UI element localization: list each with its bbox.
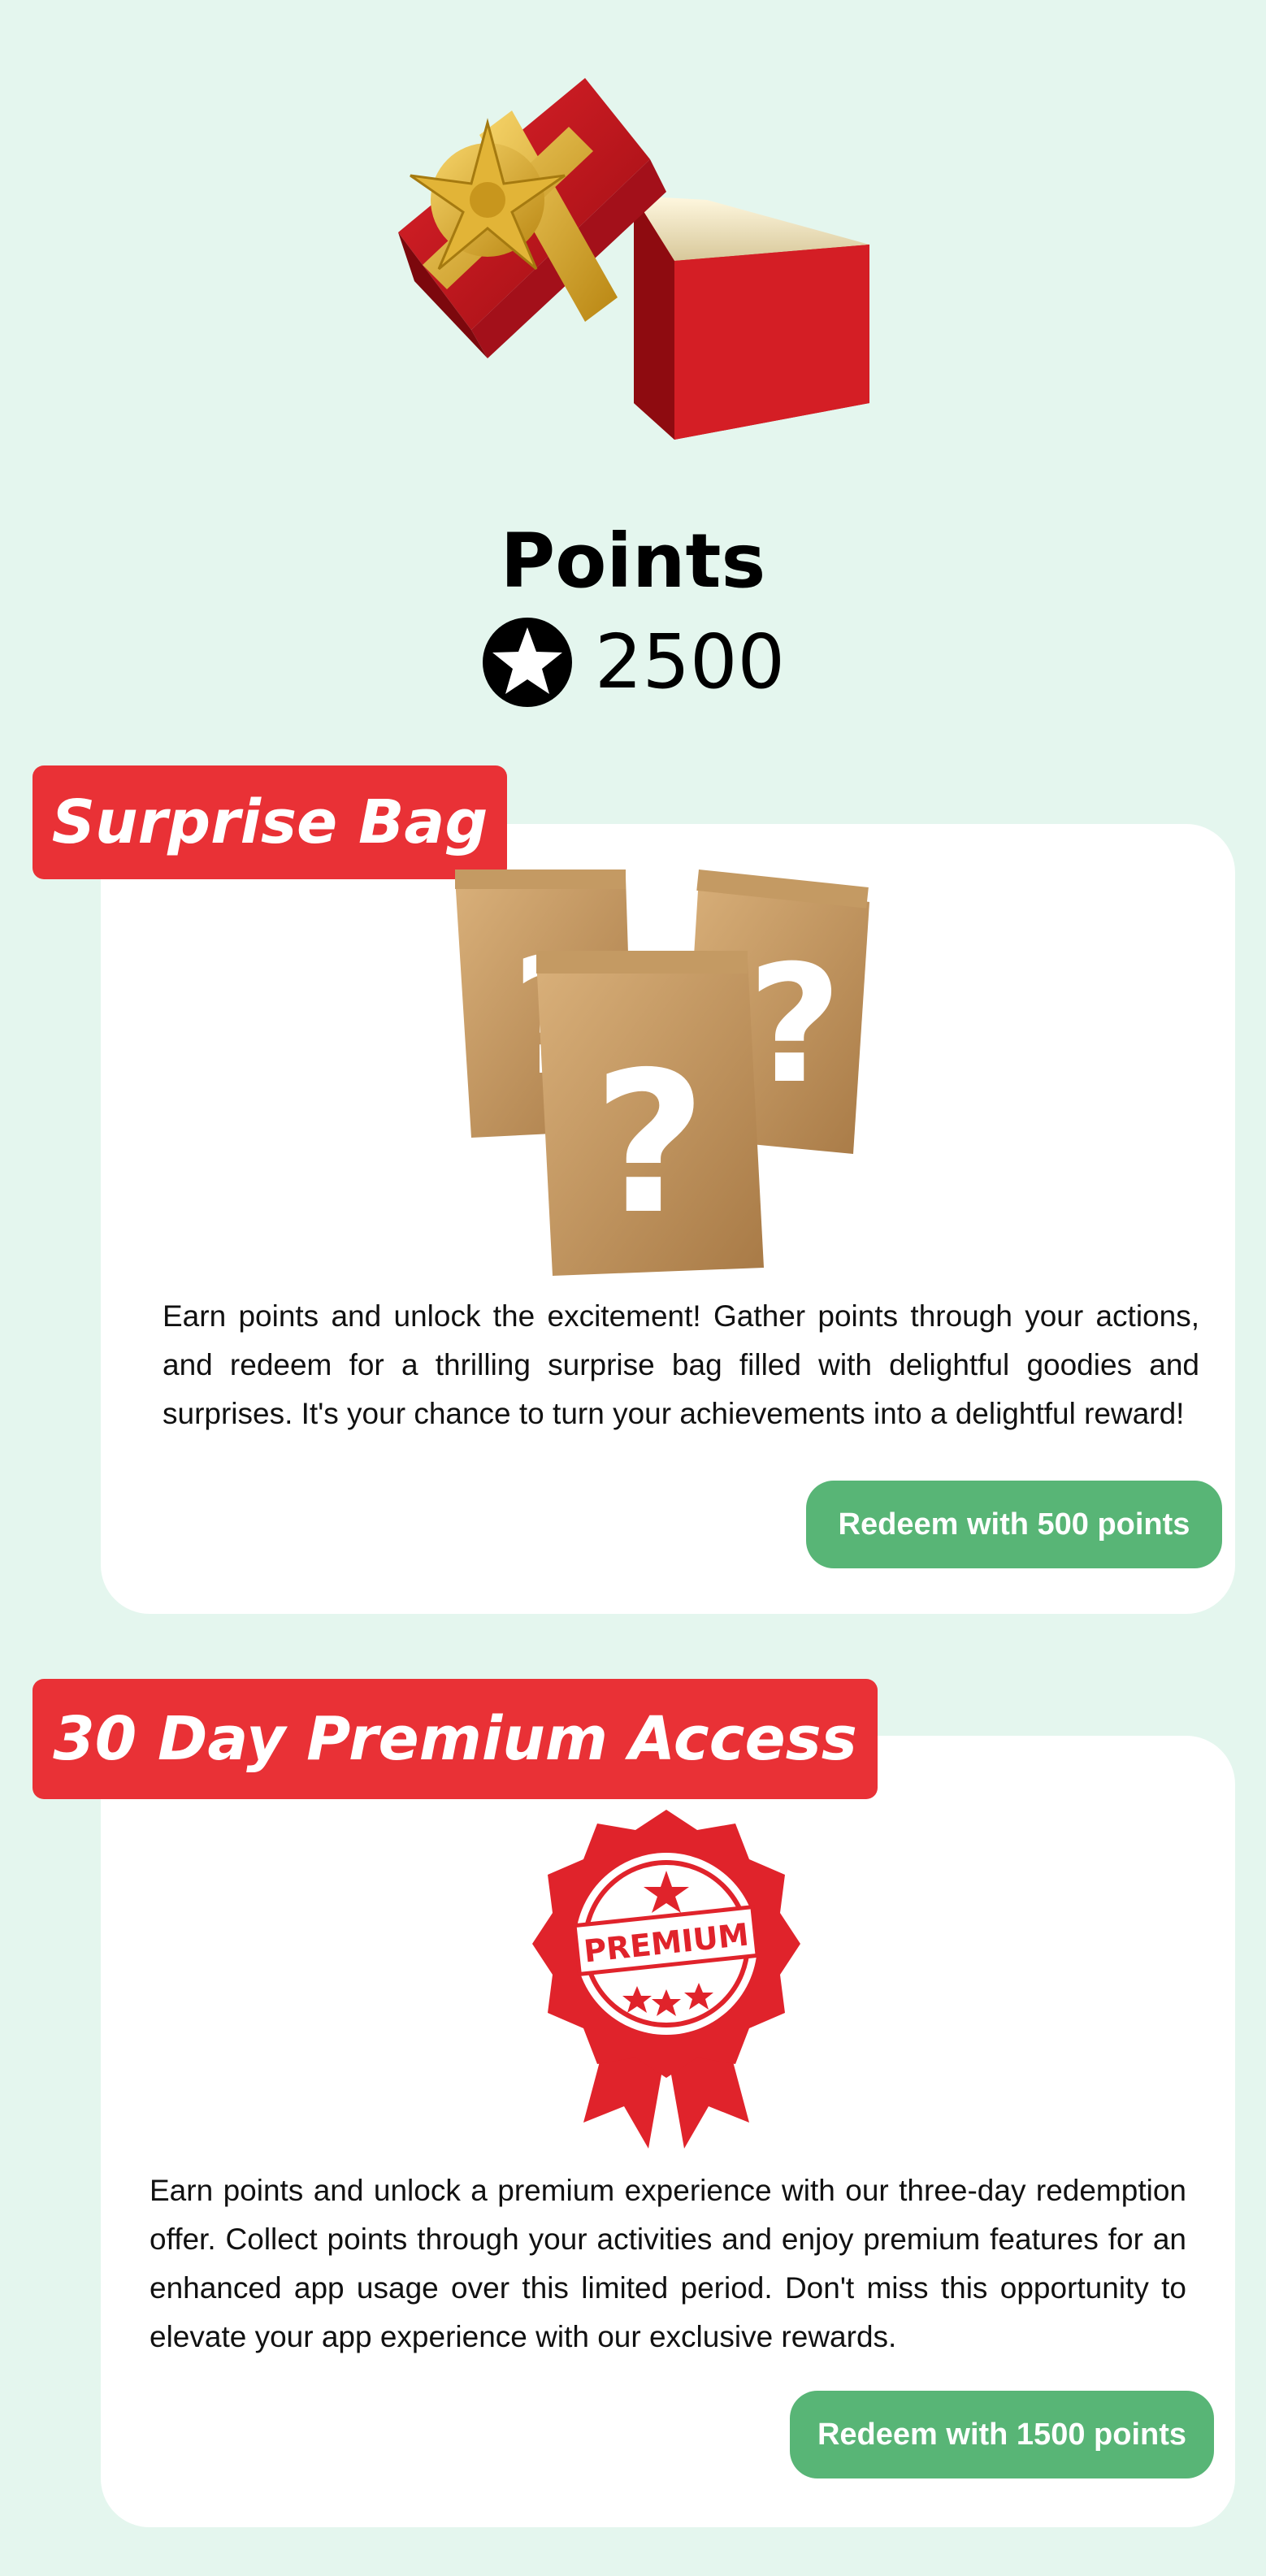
svg-text:?: ? xyxy=(748,930,842,1120)
svg-text:?: ? xyxy=(593,1030,706,1257)
redeem-surprise-bag-button[interactable]: Redeem with 500 points xyxy=(806,1481,1222,1568)
points-title: Points xyxy=(500,518,766,605)
reward-title: 30 Day Premium Access xyxy=(33,1679,878,1799)
reward-description: Earn points and unlock the excitement! G… xyxy=(163,1299,1199,1430)
reward-description: Earn points and unlock a premium experie… xyxy=(150,2174,1186,2353)
star-icon xyxy=(481,616,574,709)
premium-seal-icon: PREMIUM xyxy=(527,1806,806,2149)
gift-box-icon xyxy=(390,78,886,452)
reward-title: Surprise Bag xyxy=(33,765,507,879)
surprise-bags-icon: ? ? ? xyxy=(439,870,894,1284)
points-value: 2500 xyxy=(594,618,786,705)
redeem-premium-access-button[interactable]: Redeem with 1500 points xyxy=(790,2391,1214,2478)
points-balance: 2500 xyxy=(0,616,1266,709)
